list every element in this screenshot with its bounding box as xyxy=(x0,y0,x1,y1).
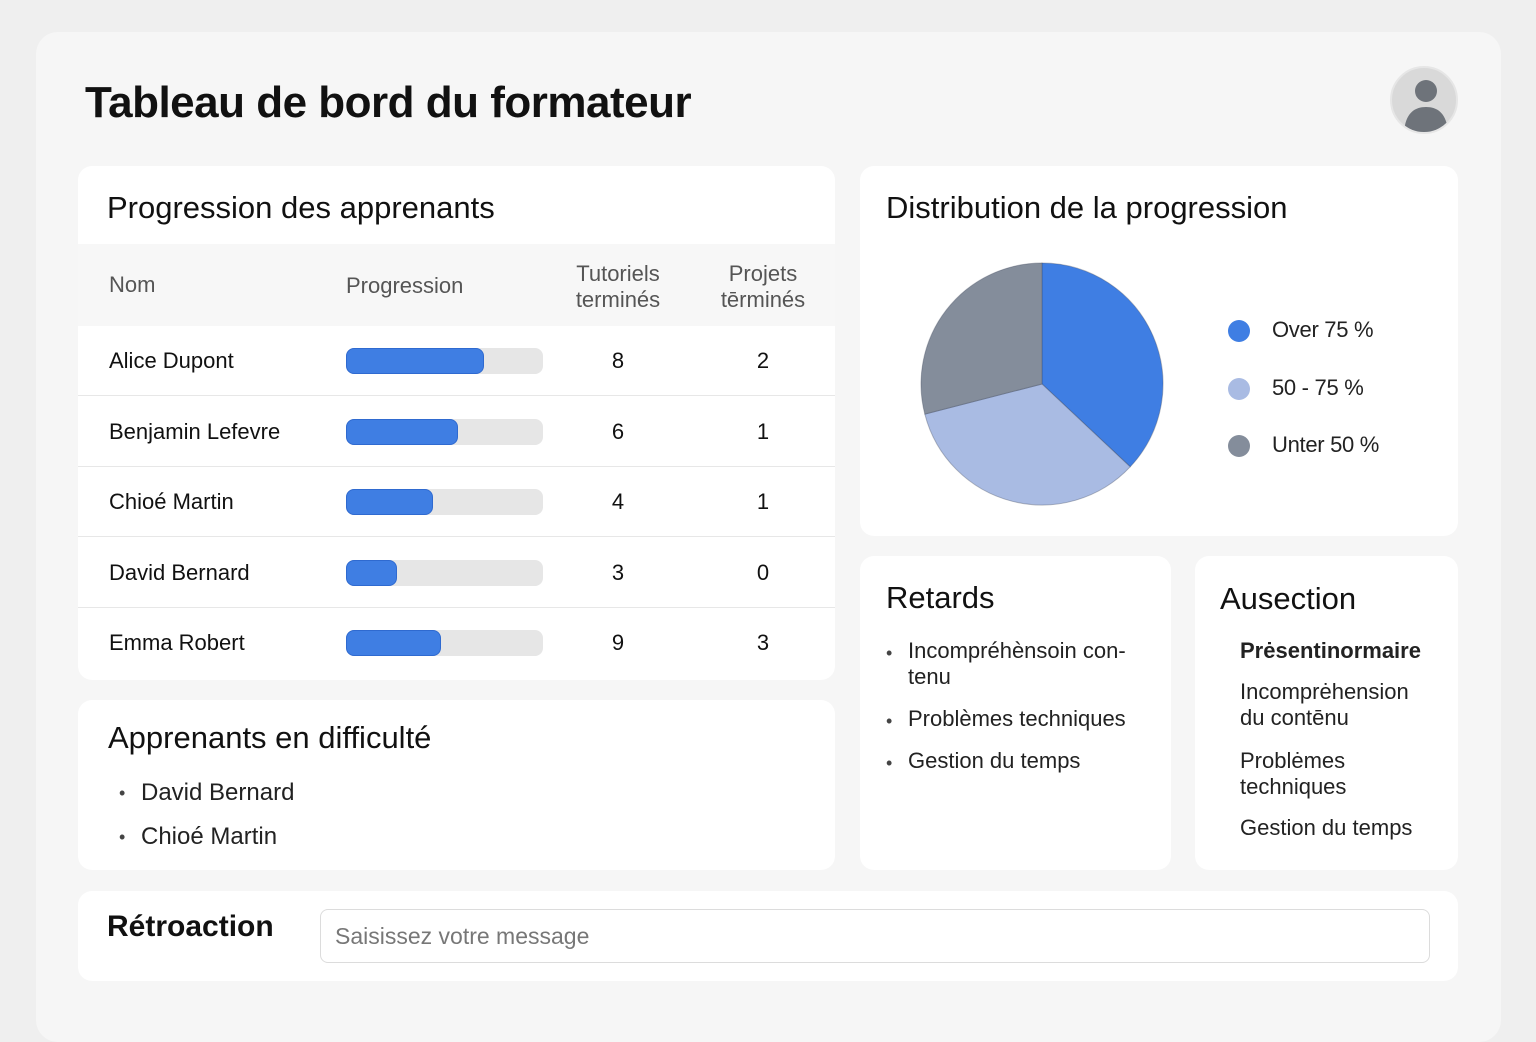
legend-label: 50 - 75 % xyxy=(1272,374,1364,400)
legend-swatch xyxy=(1228,435,1250,457)
projects-completed: 2 xyxy=(756,348,770,373)
legend-label: Over 75 % xyxy=(1272,317,1374,342)
struggling-title: Apprenants en difficulté xyxy=(108,720,432,755)
list-item[interactable]: Chioé Martin xyxy=(119,822,294,852)
tutorials-completed: 9 xyxy=(611,630,625,655)
column-header-progress: Progression xyxy=(346,273,464,298)
progress-bar xyxy=(346,348,543,374)
learner-name: Chioé Martin xyxy=(109,489,234,514)
table-row[interactable]: Chioé Martin 4 1 xyxy=(78,467,835,537)
learner-name: Alice Dupont xyxy=(109,348,234,373)
list-item: Gestion du temps xyxy=(886,748,1158,778)
progress-bar-fill xyxy=(346,489,433,515)
feedback-message-input[interactable] xyxy=(320,909,1430,963)
progress-bar xyxy=(346,630,543,656)
progress-bar xyxy=(346,418,543,445)
projects-completed: 0 xyxy=(756,559,770,585)
delays-title: Retards xyxy=(886,580,995,615)
distribution-pie-chart xyxy=(920,262,1164,506)
delays-card: Retards Incompréhènsoin con- tenu Problè… xyxy=(860,556,1171,870)
struggling-list: David Bernard Chioé Martin xyxy=(119,778,294,852)
projects-completed: 1 xyxy=(756,418,770,444)
distribution-title: Distribution de la progression xyxy=(886,190,1288,225)
learner-progress-card: Progression des apprenants Nom Progressi… xyxy=(78,166,835,680)
feedback-card: Rétroaction xyxy=(78,891,1458,981)
progress-bar xyxy=(346,559,543,586)
legend-label: Unter 50 % xyxy=(1272,432,1380,457)
table-row[interactable]: Alice Dupont 8 2 xyxy=(78,326,835,396)
progress-distribution-card: Distribution de la progression Over 75 %… xyxy=(860,166,1458,536)
tutorials-completed: 3 xyxy=(611,559,625,585)
projects-completed: 1 xyxy=(756,489,770,514)
progress-bar-fill xyxy=(346,348,484,374)
feedback-title: Rétroaction xyxy=(107,910,274,943)
delays-list: Incompréhènsoin con- tenu Problèmes tech… xyxy=(886,638,1158,778)
cause-item: Prėsentinormaire xyxy=(1240,638,1421,663)
list-item[interactable]: David Bernard xyxy=(119,778,294,808)
table-row[interactable]: David Bernard 3 0 xyxy=(78,538,835,608)
cause-item: Gestion du temps xyxy=(1240,815,1413,840)
list-item: Incompréhènsoin con- tenu xyxy=(886,638,1158,690)
causes-title: Ausection xyxy=(1220,581,1357,616)
causes-card: Ausection Prėsentinormaire Incomprėhensi… xyxy=(1195,556,1458,870)
table-row[interactable]: Emma Robert 9 3 xyxy=(78,608,835,678)
struggling-learners-card: Apprenants en difficulté David Bernard C… xyxy=(78,700,835,870)
learner-name: David Bernard xyxy=(109,559,250,585)
tutorials-completed: 8 xyxy=(611,348,625,373)
legend-swatch xyxy=(1228,320,1250,342)
projects-completed: 3 xyxy=(756,630,770,655)
column-header-tutorials: Tutoriels terminés xyxy=(575,261,661,312)
user-avatar-icon[interactable] xyxy=(1390,66,1458,134)
progress-bar xyxy=(346,489,543,515)
list-item: Problèmes techniques xyxy=(886,706,1158,736)
learner-progress-title: Progression des apprenants xyxy=(107,190,495,225)
progress-bar-fill xyxy=(346,630,441,656)
tutorials-completed: 6 xyxy=(611,418,625,444)
table-row[interactable]: Benjamin Lefevre 6 1 xyxy=(78,397,835,467)
progress-bar-fill xyxy=(346,418,459,445)
learner-name: Benjamin Lefevre xyxy=(109,418,281,444)
page-title: Tableau de bord du formateur xyxy=(85,78,692,127)
learner-name: Emma Robert xyxy=(109,630,245,655)
legend-swatch xyxy=(1228,377,1250,400)
tutorials-completed: 4 xyxy=(611,489,625,514)
cause-item: Incomprėhension du contēnu xyxy=(1240,679,1409,730)
column-header-name: Nom xyxy=(109,272,156,297)
column-header-projects: Projets tērminés xyxy=(720,261,806,312)
cause-item: Problėmes techniques xyxy=(1240,748,1347,799)
progress-bar-fill xyxy=(346,559,398,586)
table-header: Nom Progression Tutoriels terminés Proje… xyxy=(78,244,835,326)
